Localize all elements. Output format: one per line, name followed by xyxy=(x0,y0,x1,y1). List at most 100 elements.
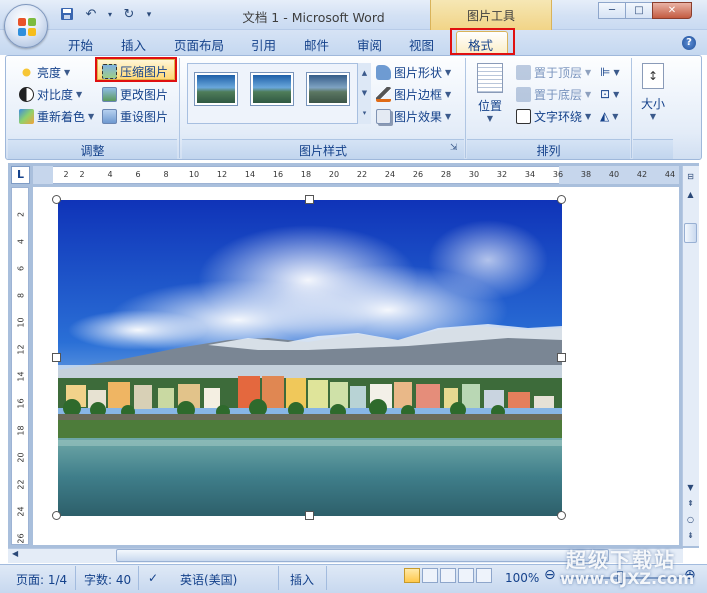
next-page-icon[interactable]: ⇟ xyxy=(684,529,697,542)
window-controls: ─ □ ✕ xyxy=(598,2,692,19)
picture-effects-button[interactable]: 图片效果 ▼ xyxy=(376,106,451,126)
maximize-button[interactable]: □ xyxy=(625,2,653,19)
insert-mode[interactable]: 插入 xyxy=(290,571,314,588)
draft-view-icon[interactable] xyxy=(476,568,492,583)
chevron-down-icon: ▼ xyxy=(445,111,452,121)
full-screen-reading-icon[interactable] xyxy=(422,568,438,583)
picture-style-1[interactable] xyxy=(194,72,238,106)
resize-handle[interactable] xyxy=(305,511,314,520)
group-separator xyxy=(465,58,466,158)
group-separator xyxy=(631,58,632,158)
previous-page-icon[interactable]: ⇞ xyxy=(684,497,697,510)
gallery-down-icon[interactable]: ▼ xyxy=(358,83,371,103)
chevron-down-icon: ▼ xyxy=(64,67,71,77)
picture-style-3[interactable] xyxy=(306,72,350,106)
print-layout-icon[interactable] xyxy=(404,568,420,583)
dialog-launcher-icon[interactable]: ⇲ xyxy=(450,143,458,153)
redo-icon[interactable]: ↻ xyxy=(120,7,138,23)
customize-qat-icon[interactable]: ▾ xyxy=(144,7,154,23)
resize-handle[interactable] xyxy=(557,353,566,362)
resize-handle[interactable] xyxy=(52,353,61,362)
resize-handle[interactable] xyxy=(305,195,314,204)
chevron-down-icon: ▼ xyxy=(649,112,657,121)
send-back-label: 置于底层 xyxy=(534,87,583,102)
zoom-out-icon[interactable]: ⊖ xyxy=(544,567,556,583)
reset-picture-button[interactable]: 重设图片 xyxy=(102,106,168,126)
tab-review[interactable]: 审阅 xyxy=(357,35,382,54)
size-button[interactable]: ↕ 大小 ▼ xyxy=(637,63,669,121)
scroll-down-icon[interactable]: ▼ xyxy=(684,481,697,494)
web-layout-icon[interactable] xyxy=(440,568,456,583)
recolor-button[interactable]: 重新着色 ▼ xyxy=(19,106,94,126)
brightness-label: 亮度 xyxy=(37,65,62,80)
style-thumb xyxy=(253,75,291,103)
text-wrap-label: 文字环绕 xyxy=(534,109,583,124)
office-button[interactable] xyxy=(4,4,48,48)
vruler-tick-label: 22 xyxy=(16,479,26,490)
ruler-tick-label: 24 xyxy=(384,170,396,179)
tab-mailings[interactable]: 邮件 xyxy=(304,35,329,54)
ruler-tick-label: 38 xyxy=(580,170,592,179)
help-icon[interactable]: ? xyxy=(682,36,696,50)
inserted-picture[interactable] xyxy=(58,200,562,516)
picture-border-button[interactable]: 图片边框 ▼ xyxy=(376,84,451,104)
send-to-back-button[interactable]: 置于底层 ▼ xyxy=(516,84,591,104)
resize-handle[interactable] xyxy=(52,511,61,520)
change-picture-button[interactable]: 更改图片 xyxy=(102,84,168,104)
ruler-tick-label: 2 xyxy=(79,170,85,179)
bring-to-front-button[interactable]: 置于顶层 ▼ xyxy=(516,62,591,82)
tab-view[interactable]: 视图 xyxy=(409,35,434,54)
vruler-tick-label: 24 xyxy=(16,506,26,517)
gallery-more-icon[interactable]: ▾ xyxy=(358,103,371,123)
contrast-button[interactable]: 对比度 ▼ xyxy=(19,84,82,104)
picture-style-2[interactable] xyxy=(250,72,294,106)
vruler-tick-label: 10 xyxy=(16,317,26,328)
brightness-button[interactable]: 亮度 ▼ xyxy=(19,62,70,82)
browse-object-icon[interactable]: ○ xyxy=(684,513,697,526)
undo-dropdown-icon[interactable]: ▾ xyxy=(106,7,114,23)
page-count[interactable]: 页面: 1/4 xyxy=(16,571,67,588)
language[interactable]: 英语(美国) xyxy=(180,571,237,588)
tab-selector[interactable]: L xyxy=(11,166,30,184)
reset-picture-icon xyxy=(102,108,117,124)
ruler-tick-label: 42 xyxy=(636,170,648,179)
minimize-button[interactable]: ─ xyxy=(598,2,626,19)
contrast-icon xyxy=(19,86,34,102)
resize-handle[interactable] xyxy=(557,195,566,204)
undo-icon[interactable]: ↶ xyxy=(82,7,100,23)
resize-handle[interactable] xyxy=(557,511,566,520)
tab-home[interactable]: 开始 xyxy=(68,35,93,54)
size-label-bar xyxy=(633,139,673,159)
gallery-up-icon[interactable]: ▲ xyxy=(358,63,371,83)
vertical-scroll-thumb[interactable] xyxy=(684,223,697,243)
align-button[interactable]: ⊫ ▼ xyxy=(600,62,620,82)
ruler-toggle-icon[interactable]: ⊟ xyxy=(684,170,697,183)
close-button[interactable]: ✕ xyxy=(652,2,692,19)
tab-references[interactable]: 引用 xyxy=(251,35,276,54)
gallery-scroll[interactable]: ▲ ▼ ▾ xyxy=(357,63,371,124)
horizontal-scroll-thumb[interactable] xyxy=(116,549,609,562)
outline-view-icon[interactable] xyxy=(458,568,474,583)
scroll-left-icon[interactable]: ◀ xyxy=(12,549,18,558)
picture-shape-button[interactable]: 图片形状 ▼ xyxy=(376,62,451,82)
tab-insert[interactable]: 插入 xyxy=(121,35,146,54)
text-wrap-button[interactable]: 文字环绕 ▼ xyxy=(516,106,591,126)
vruler-tick-label: 18 xyxy=(16,425,26,436)
position-button[interactable]: 位置 ▼ xyxy=(474,63,506,123)
vruler-tick-label: 8 xyxy=(16,292,26,299)
view-buttons xyxy=(404,568,492,583)
proofing-icon[interactable]: ✓ xyxy=(148,571,158,585)
word-count[interactable]: 字数: 40 xyxy=(84,571,131,588)
ruler-tick-label: 14 xyxy=(244,170,256,179)
vruler-tick-label: 20 xyxy=(16,452,26,463)
rotate-button[interactable]: ◭ ▼ xyxy=(600,106,618,126)
vruler-tick-label: 4 xyxy=(16,238,26,245)
resize-handle[interactable] xyxy=(52,195,61,204)
zoom-level[interactable]: 100% xyxy=(505,571,539,585)
scroll-up-icon[interactable]: ▲ xyxy=(684,188,697,201)
group-objects-button[interactable]: ⊡ ▼ xyxy=(600,84,619,104)
ruler-tick-label: 18 xyxy=(300,170,312,179)
align-icon: ⊫ xyxy=(600,65,611,79)
save-icon[interactable] xyxy=(58,7,76,23)
tab-page-layout[interactable]: 页面布局 xyxy=(174,35,224,54)
